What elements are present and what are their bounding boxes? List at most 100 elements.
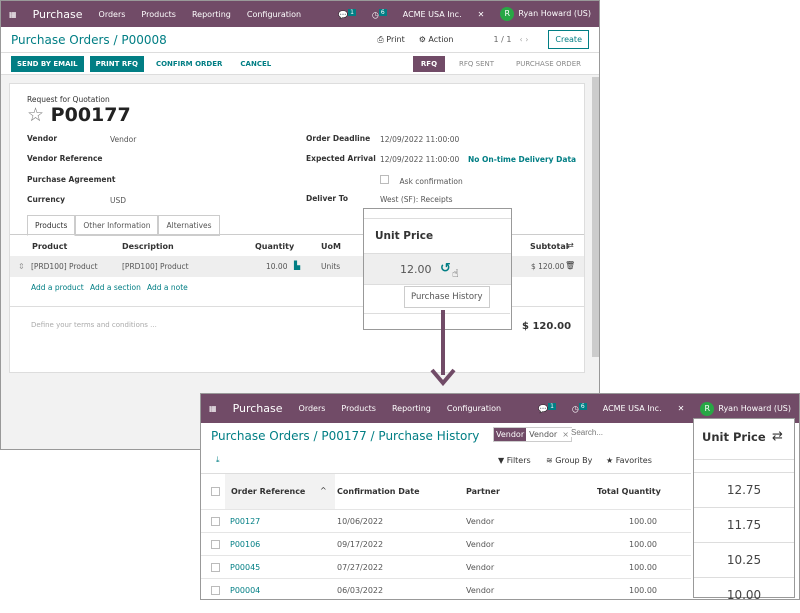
confirm-order-button[interactable]: CONFIRM ORDER bbox=[150, 56, 228, 72]
menu-reporting[interactable]: Reporting bbox=[392, 404, 431, 413]
action-button[interactable]: ⚙ Action bbox=[419, 35, 454, 44]
row-checkbox[interactable] bbox=[211, 517, 220, 526]
arrow-down-icon bbox=[430, 368, 456, 386]
ask-confirmation-checkbox[interactable]: Ask confirmation bbox=[380, 175, 463, 186]
table-row[interactable]: P00045 07/27/2022 Vendor 100.00 bbox=[201, 555, 691, 578]
select-all-checkbox[interactable] bbox=[211, 487, 220, 496]
order-deadline-field[interactable]: 12/09/2022 11:00:00 bbox=[380, 135, 459, 144]
add-product-link[interactable]: Add a product bbox=[31, 283, 84, 292]
vendor-reference-label: Vendor Reference bbox=[27, 154, 103, 163]
unit-price-value: 10.25 bbox=[694, 542, 794, 577]
messages-button[interactable]: 💬1 bbox=[338, 9, 356, 20]
col-product[interactable]: Product bbox=[32, 242, 67, 251]
tools-icon[interactable]: ✕ bbox=[478, 10, 485, 19]
menu-configuration[interactable]: Configuration bbox=[447, 404, 501, 413]
activities-button[interactable]: ◷6 bbox=[572, 403, 587, 414]
line-product[interactable]: [PRD100] Product bbox=[31, 262, 98, 271]
stage-purchase-order[interactable]: PURCHASE ORDER bbox=[508, 56, 589, 72]
line-subtotal: $ 120.00 bbox=[531, 262, 564, 271]
add-note-link[interactable]: Add a note bbox=[147, 283, 188, 292]
tab-products[interactable]: Products bbox=[27, 215, 75, 236]
group-by-button[interactable]: ≋ Group By bbox=[546, 456, 592, 465]
order-reference-link[interactable]: P00004 bbox=[230, 586, 260, 595]
terms-field[interactable]: Define your terms and conditions ... bbox=[31, 321, 157, 329]
line-description[interactable]: [PRD100] Product bbox=[122, 262, 189, 271]
expected-arrival-field[interactable]: 12/09/2022 11:00:00 bbox=[380, 155, 459, 164]
forecast-chart-icon[interactable]: ▙ bbox=[294, 261, 300, 270]
order-reference-link[interactable]: P00106 bbox=[230, 540, 260, 549]
line-uom[interactable]: Units bbox=[321, 262, 340, 271]
unit-price-col-header[interactable]: Unit Price ⇄ bbox=[694, 419, 794, 459]
col-description[interactable]: Description bbox=[122, 242, 174, 251]
vendor-field[interactable]: Vendor bbox=[110, 135, 136, 144]
menu-configuration[interactable]: Configuration bbox=[247, 10, 301, 19]
tools-icon[interactable]: ✕ bbox=[678, 404, 685, 413]
drag-handle-icon[interactable]: ⇕ bbox=[18, 262, 25, 271]
tab-other-information[interactable]: Other Information bbox=[75, 215, 158, 236]
currency-field[interactable]: USD bbox=[110, 196, 126, 205]
table-row[interactable]: P00127 10/06/2022 Vendor 100.00 bbox=[201, 509, 691, 532]
optional-columns-icon[interactable]: ⇄ bbox=[567, 241, 574, 250]
activities-button[interactable]: ◷6 bbox=[372, 9, 387, 20]
col-quantity[interactable]: Quantity bbox=[255, 242, 294, 251]
menu-products[interactable]: Products bbox=[141, 10, 176, 19]
remove-facet-icon[interactable]: × bbox=[560, 428, 571, 441]
favorites-button[interactable]: ★ Favorites bbox=[606, 456, 652, 465]
col-confirmation-date[interactable]: Confirmation Date bbox=[337, 487, 420, 496]
company-switcher[interactable]: ACME USA Inc. bbox=[603, 404, 662, 413]
col-uom[interactable]: UoM bbox=[321, 242, 341, 251]
table-row[interactable]: P00106 09/17/2022 Vendor 100.00 bbox=[201, 532, 691, 555]
breadcrumb[interactable]: Purchase Orders / P00008 bbox=[11, 33, 377, 47]
col-partner[interactable]: Partner bbox=[466, 487, 500, 496]
row-checkbox[interactable] bbox=[211, 586, 220, 595]
confirmation-date: 10/06/2022 bbox=[337, 517, 383, 526]
user-menu[interactable]: RRyan Howard (US) bbox=[700, 402, 791, 416]
on-time-delivery-link[interactable]: No On-time Delivery Data bbox=[468, 155, 576, 164]
line-quantity[interactable]: 10.00 bbox=[266, 262, 287, 271]
menu-products[interactable]: Products bbox=[341, 404, 376, 413]
print-rfq-button[interactable]: PRINT RFQ bbox=[90, 56, 144, 72]
apps-grid-icon[interactable]: ▦ bbox=[209, 404, 217, 413]
confirmation-date: 09/17/2022 bbox=[337, 540, 383, 549]
scrollbar[interactable] bbox=[592, 77, 599, 357]
row-checkbox[interactable] bbox=[211, 563, 220, 572]
menu-orders[interactable]: Orders bbox=[299, 404, 326, 413]
apps-grid-icon[interactable]: ▦ bbox=[9, 10, 17, 19]
print-button[interactable]: ⎙ Print bbox=[377, 35, 404, 45]
menu-reporting[interactable]: Reporting bbox=[192, 10, 231, 19]
order-reference-link[interactable]: P00045 bbox=[230, 563, 260, 572]
app-name[interactable]: Purchase bbox=[233, 402, 283, 415]
cancel-button[interactable]: CANCEL bbox=[234, 56, 277, 72]
create-button[interactable]: Create bbox=[548, 30, 589, 49]
send-by-email-button[interactable]: SEND BY EMAIL bbox=[11, 56, 84, 72]
download-icon[interactable]: ⤓ bbox=[216, 455, 220, 465]
add-section-link[interactable]: Add a section bbox=[90, 283, 141, 292]
app-name[interactable]: Purchase bbox=[33, 8, 83, 21]
history-icon[interactable]: ↺ bbox=[440, 261, 451, 276]
tab-alternatives[interactable]: Alternatives bbox=[158, 215, 219, 236]
trash-icon[interactable]: 🗑 bbox=[565, 261, 575, 270]
stage-rfq[interactable]: RFQ bbox=[413, 56, 445, 72]
messages-button[interactable]: 💬1 bbox=[538, 403, 556, 414]
deliver-to-field[interactable]: West (SF): Receipts bbox=[380, 195, 453, 204]
user-name: Ryan Howard (US) bbox=[718, 404, 791, 413]
col-subtotal[interactable]: Subtotal bbox=[530, 242, 568, 251]
menu-orders[interactable]: Orders bbox=[99, 10, 126, 19]
stage-rfq-sent[interactable]: RFQ SENT bbox=[451, 56, 502, 72]
row-checkbox[interactable] bbox=[211, 540, 220, 549]
table-row[interactable]: P00004 06/03/2022 Vendor 100.00 bbox=[201, 578, 691, 600]
statusbar: SEND BY EMAIL PRINT RFQ CONFIRM ORDER CA… bbox=[1, 53, 599, 75]
user-menu[interactable]: RRyan Howard (US) bbox=[500, 7, 591, 21]
col-total-quantity[interactable]: Total Quantity bbox=[597, 487, 661, 496]
search-bar[interactable]: Vendor Vendor × bbox=[493, 427, 572, 442]
pager-arrows[interactable]: ‹ › bbox=[519, 35, 528, 44]
history-breadcrumb[interactable]: Purchase Orders / P00177 / Purchase Hist… bbox=[211, 429, 479, 443]
optional-columns-icon[interactable]: ⇄ bbox=[772, 429, 783, 444]
star-icon[interactable]: ☆ bbox=[27, 104, 44, 126]
filters-button[interactable]: ▼ Filters bbox=[498, 456, 531, 465]
col-order-reference[interactable]: Order Reference^ bbox=[225, 474, 335, 509]
company-switcher[interactable]: ACME USA Inc. bbox=[403, 10, 462, 19]
order-reference-link[interactable]: P00127 bbox=[230, 517, 260, 526]
search-input[interactable] bbox=[571, 428, 691, 437]
unit-price-cell[interactable]: 12.00 ↺ ☝ bbox=[364, 253, 511, 285]
